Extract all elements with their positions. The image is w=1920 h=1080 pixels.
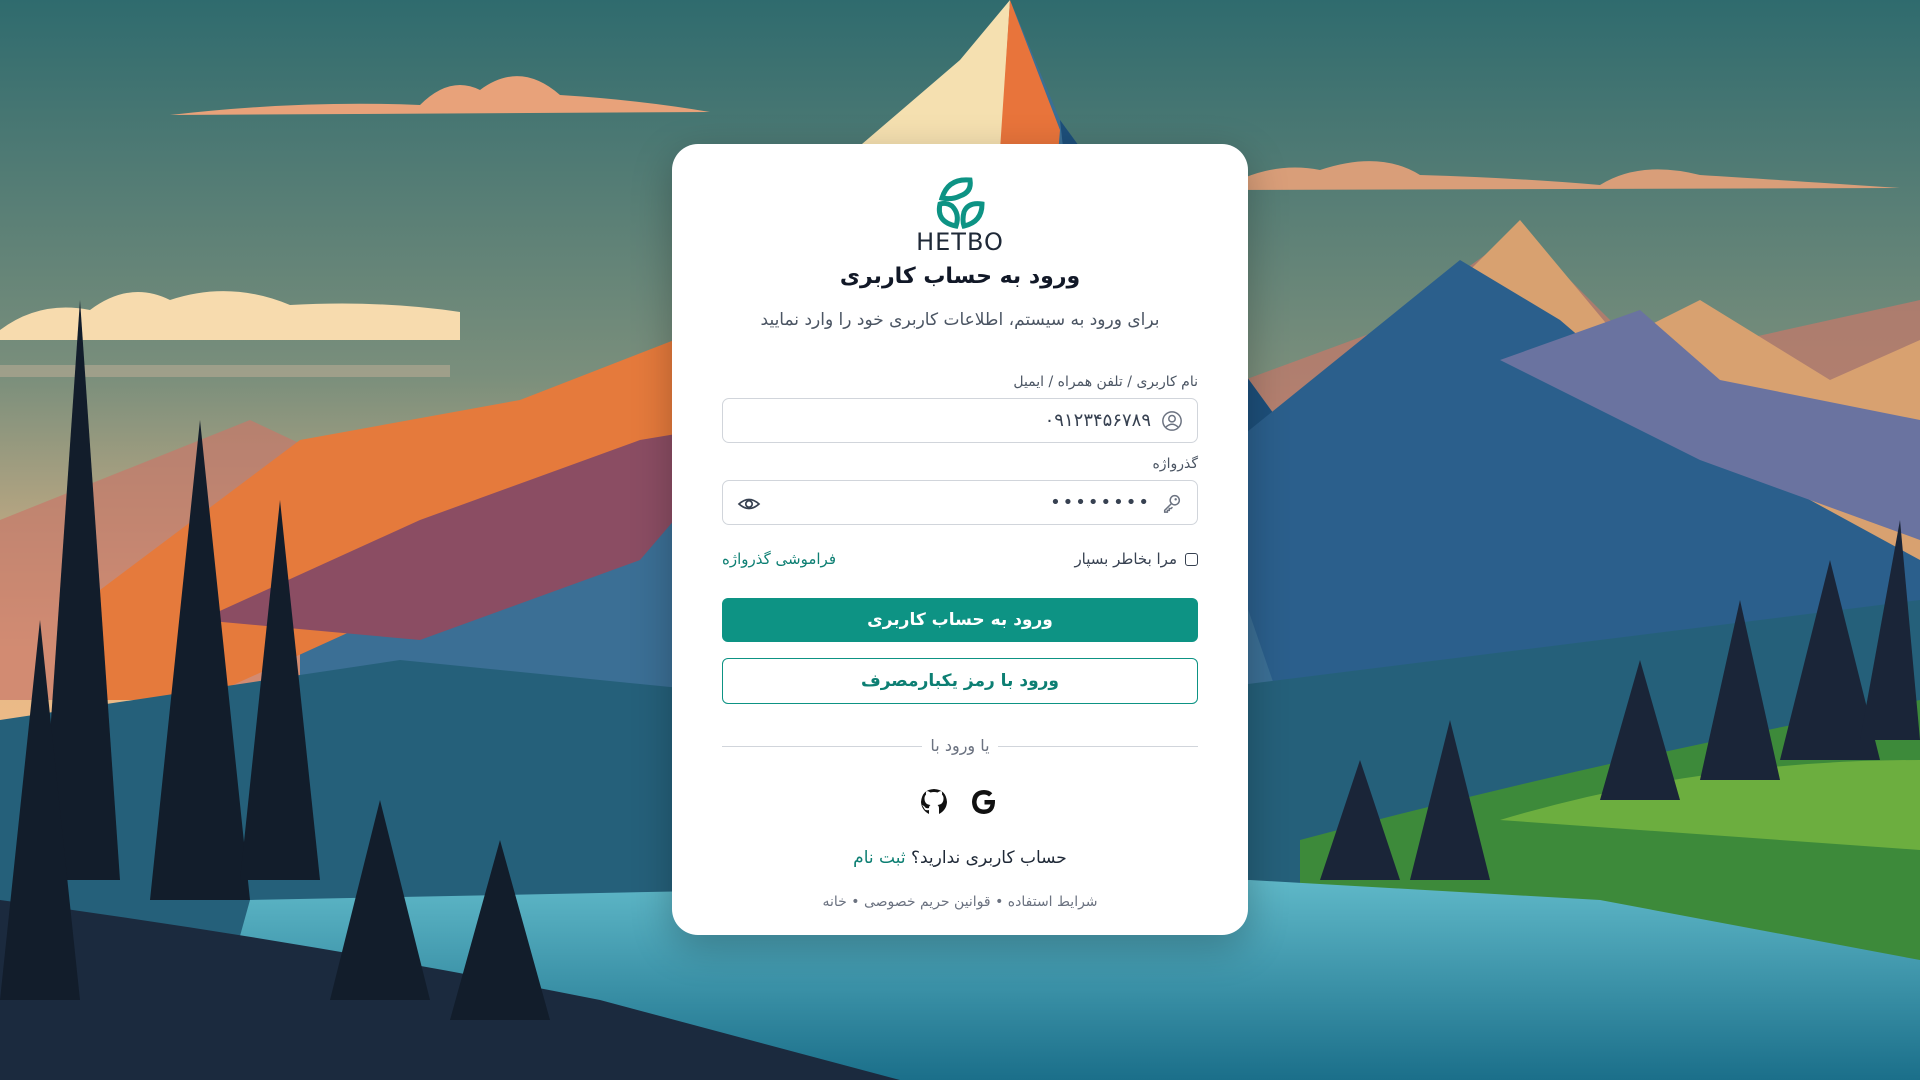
page-subtitle: برای ورود به سیستم، اطلاعات کاربری خود ر… <box>760 310 1160 330</box>
page-title: ورود به حساب کاربری <box>839 264 1081 289</box>
home-link[interactable]: خانه <box>822 894 846 910</box>
brand-name: HETBO <box>916 228 1004 256</box>
signup-question: حساب کاربری ندارید؟ <box>910 848 1067 868</box>
privacy-link[interactable]: قوانین حریم خصوصی <box>864 894 991 910</box>
signup-prompt: حساب کاربری ندارید؟ ثبت نام <box>672 848 1248 868</box>
password-field[interactable]: •••••••• <box>722 480 1198 525</box>
footer-links: شرایط استفاده • قوانین حریم خصوصی • خانه <box>672 894 1248 910</box>
remember-checkbox[interactable] <box>1185 552 1198 566</box>
eye-icon[interactable] <box>737 493 761 515</box>
google-icon[interactable] <box>968 786 1000 818</box>
footer-separator: • <box>851 894 860 910</box>
user-icon <box>1162 411 1182 431</box>
remember-label: مرا بخاطر بسپار <box>1074 550 1177 568</box>
forgot-password-link[interactable]: فراموشی گذرواژه <box>722 550 836 568</box>
otp-login-button[interactable]: ورود با رمز یکبارمصرف <box>722 658 1198 704</box>
password-value: •••••••• <box>1050 492 1151 513</box>
terms-link[interactable]: شرایط استفاده <box>1008 894 1098 910</box>
login-button[interactable]: ورود به حساب کاربری <box>722 598 1198 642</box>
divider-label: یا ورود با <box>930 736 990 755</box>
footer-separator: • <box>995 894 1004 910</box>
username-field[interactable]: ۰۹۱۲۳۴۵۶۷۸۹ <box>722 398 1198 443</box>
signup-link[interactable]: ثبت نام <box>853 848 905 868</box>
social-divider: یا ورود با <box>722 736 1198 756</box>
password-label: گذرواژه <box>1152 456 1198 472</box>
remember-me[interactable]: مرا بخاطر بسپار <box>1074 550 1198 568</box>
username-value: ۰۹۱۲۳۴۵۶۷۸۹ <box>1044 410 1151 431</box>
username-label: نام کاربری / تلفن همراه / ایمیل <box>1013 374 1198 390</box>
login-card: HETBO ورود به حساب کاربری برای ورود به س… <box>672 144 1248 935</box>
key-icon <box>1163 494 1181 513</box>
hetbo-logo-icon <box>936 177 985 229</box>
github-icon[interactable] <box>918 786 950 818</box>
